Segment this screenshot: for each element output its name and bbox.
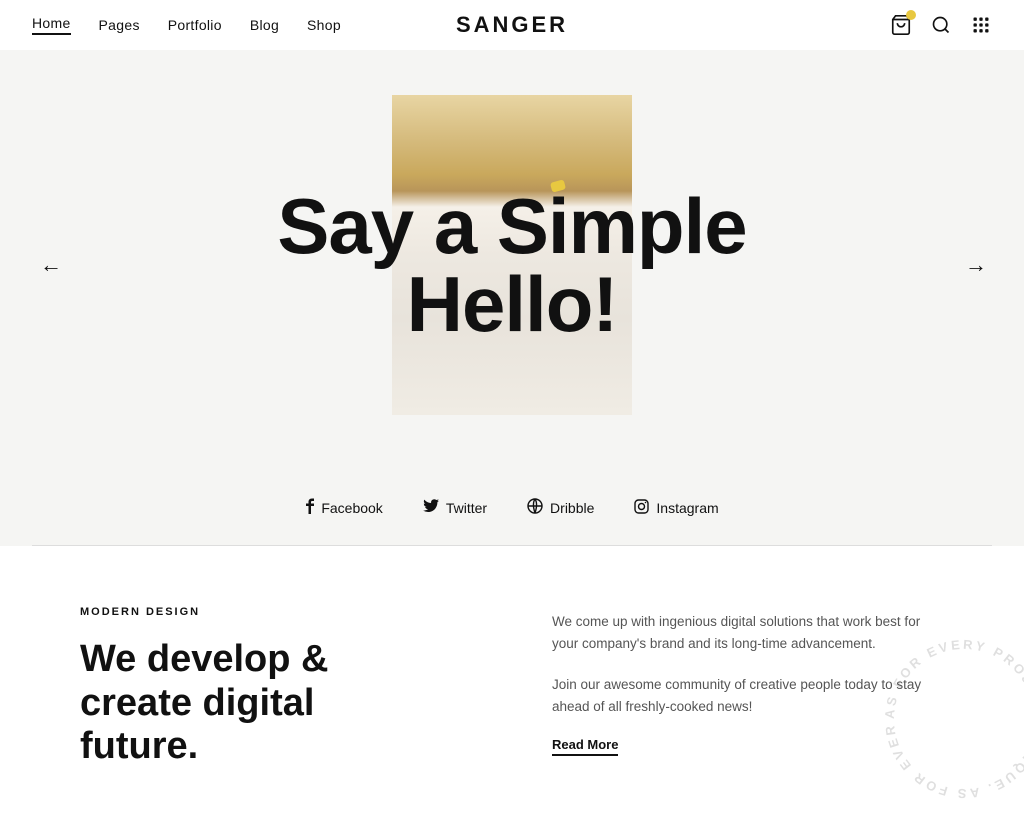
svg-text:AS FOR EVERY PROJECT. UNIQUE.: AS FOR EVERY PROJECT. UNIQUE. AS FOR EVE… (874, 629, 1024, 801)
social-dribble-label: Dribble (550, 500, 594, 516)
social-facebook[interactable]: Facebook (305, 498, 382, 517)
nav-links: Home Pages Portfolio Blog Shop (32, 15, 341, 35)
hero-next-button[interactable]: → (965, 252, 984, 278)
social-twitter-label: Twitter (446, 500, 487, 516)
read-more-link[interactable]: Read More (552, 737, 618, 756)
nav-pages[interactable]: Pages (99, 17, 140, 33)
dribble-icon (527, 498, 543, 517)
instagram-icon (634, 499, 649, 517)
section-label: MODERN DESIGN (80, 606, 472, 618)
nav-home[interactable]: Home (32, 15, 71, 35)
social-instagram-label: Instagram (656, 500, 718, 516)
twitter-icon (423, 499, 439, 516)
hero-text: Say a Simple Hello! (212, 187, 812, 343)
nav-shop[interactable]: Shop (307, 17, 341, 33)
nav-actions (890, 14, 992, 36)
social-facebook-label: Facebook (321, 500, 382, 516)
hero-headline-line1: Say a Simple (277, 182, 746, 270)
brand-logo[interactable]: SANGER (456, 12, 568, 38)
section-heading: We develop & create digital future. (80, 638, 380, 769)
cart-button[interactable] (890, 14, 912, 36)
social-instagram[interactable]: Instagram (634, 498, 718, 517)
hero-headline-line2: Hello! (407, 260, 618, 348)
hero-headline: Say a Simple Hello! (212, 187, 812, 343)
circular-stamp: AS FOR EVERY PROJECT. UNIQUE. AS FOR EVE… (874, 629, 1024, 809)
nav-blog[interactable]: Blog (250, 17, 279, 33)
navigation: Home Pages Portfolio Blog Shop SANGER (0, 0, 1024, 50)
grid-menu-button[interactable] (970, 14, 992, 36)
social-bar: Facebook Twitter Dribble Instagram (0, 480, 1024, 545)
hero-content: Say a Simple Hello! (0, 115, 1024, 415)
facebook-icon (305, 498, 314, 517)
search-button[interactable] (930, 14, 952, 36)
social-twitter[interactable]: Twitter (423, 498, 487, 517)
hero-section: ← Say a Simple Hello! → (0, 50, 1024, 480)
arrow-right-icon: → (965, 252, 984, 277)
content-section: MODERN DESIGN We develop & create digita… (0, 546, 1024, 829)
cart-badge (906, 10, 916, 20)
nav-portfolio[interactable]: Portfolio (168, 17, 222, 33)
social-dribble[interactable]: Dribble (527, 498, 594, 517)
